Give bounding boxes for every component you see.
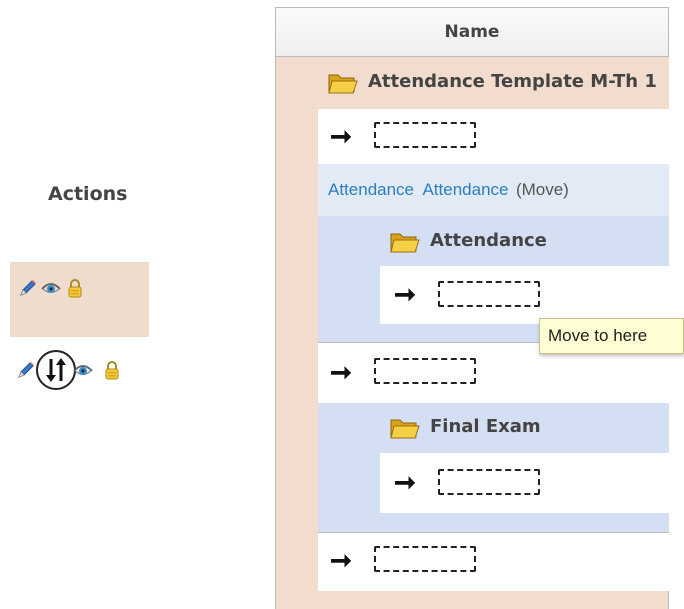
drop-slot[interactable] — [374, 546, 476, 572]
item-title: Final Exam — [430, 416, 541, 437]
lock-icon[interactable] — [67, 278, 83, 303]
item-title: Attendance — [430, 230, 547, 251]
drop-target-row-inner-1[interactable]: ➞ — [380, 266, 669, 324]
drop-slot[interactable] — [374, 358, 476, 384]
attendance-link-2[interactable]: Attendance — [422, 180, 508, 199]
folder-open-icon — [390, 416, 420, 445]
category-title: Attendance Template M-Th 1 — [368, 71, 657, 92]
pencil-icon[interactable] — [18, 278, 38, 303]
folder-open-icon — [390, 230, 420, 259]
folder-open-icon — [328, 71, 358, 100]
drop-slot[interactable] — [374, 122, 476, 148]
actions-row-1-icons — [18, 278, 83, 303]
drop-target-row-1[interactable]: ➞ — [318, 109, 669, 164]
actions-row-2-icons — [16, 348, 120, 397]
attendance-link-1[interactable]: Attendance — [328, 180, 414, 199]
right-arrow-icon: ➞ — [394, 467, 416, 497]
item-final-exam[interactable]: Final Exam ➞ — [318, 403, 669, 532]
actions-column-header: Actions — [48, 183, 128, 205]
eye-icon[interactable] — [72, 361, 94, 384]
category-row[interactable]: Attendance Template M-Th 1 — [318, 57, 669, 109]
drop-slot[interactable] — [438, 469, 540, 495]
drop-slot[interactable] — [438, 281, 540, 307]
lock-icon[interactable] — [104, 360, 120, 385]
drop-target-row-3[interactable]: ➞ — [318, 532, 669, 591]
name-column-header: Name — [275, 7, 669, 57]
move-label: (Move) — [515, 180, 569, 199]
right-arrow-icon: ➞ — [394, 279, 416, 309]
right-arrow-icon: ➞ — [330, 121, 352, 151]
right-arrow-icon: ➞ — [330, 357, 352, 387]
eye-icon[interactable] — [40, 279, 62, 302]
drop-target-row-inner-2[interactable]: ➞ — [380, 453, 669, 513]
move-source-row: Attendance Attendance (Move) — [318, 164, 669, 216]
pencil-icon[interactable] — [16, 360, 36, 385]
move-tooltip: Move to here — [539, 318, 684, 354]
right-arrow-icon: ➞ — [330, 545, 352, 575]
